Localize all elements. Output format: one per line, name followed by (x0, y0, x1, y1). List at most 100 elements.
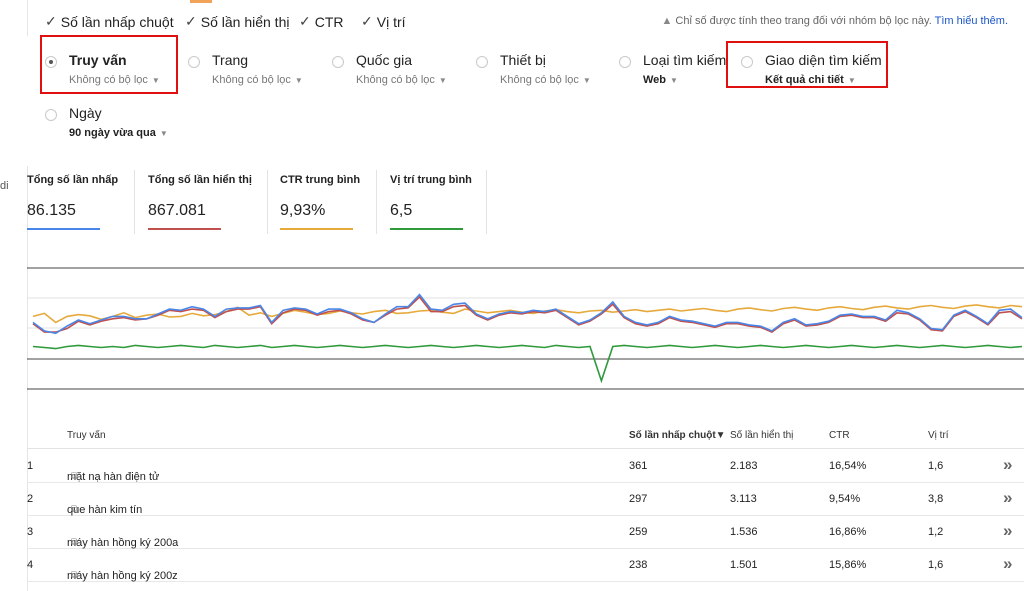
filter-dropdown[interactable]: Không có bộ lọc ▼ (356, 74, 447, 86)
filter-trang[interactable]: Trang Không có bộ lọc ▼ (188, 52, 318, 92)
metric-label: Số lần nhấp chuột (60, 13, 174, 30)
summary-title: Tổng số lần hiển thị (148, 174, 252, 186)
checkmark-icon: ✓ (361, 13, 373, 29)
filter-ngay[interactable]: Ngày 90 ngày vừa qua ▼ (45, 105, 185, 145)
summary-title: Tổng số lần nhấp (27, 174, 119, 186)
card-divider (134, 170, 135, 234)
info-note-text: Chỉ số được tính theo trang đối với nhóm… (675, 15, 932, 27)
series-line-4 (32, 344, 1023, 384)
cell-impressions: 1.536 (730, 526, 758, 538)
series-color-bar (390, 228, 463, 230)
chevron-right-icon[interactable]: » (1003, 554, 1012, 574)
cell-ctr: 15,86% (829, 559, 867, 571)
cell-clicks: 361 (629, 460, 648, 472)
filter-dropdown[interactable]: Web ▼ (643, 74, 678, 86)
cell-position: 1,2 (928, 526, 944, 538)
filter-dropdown[interactable]: Không có bộ lọc ▼ (212, 74, 303, 86)
filter-label: Quốc gia (356, 52, 413, 68)
cell-clicks: 297 (629, 493, 648, 505)
card-divider (376, 170, 377, 234)
left-sidebar: di (0, 0, 28, 591)
chevron-right-icon[interactable]: » (1003, 488, 1012, 508)
external-link-icon[interactable]: ⧉ (71, 537, 78, 548)
cell-impressions: 2.183 (730, 460, 758, 472)
radio-icon[interactable] (619, 56, 631, 68)
filter-dropdown[interactable]: 90 ngày vừa qua ▼ (69, 127, 168, 139)
checkmark-icon: ✓ (299, 13, 311, 29)
cell-ctr: 16,54% (829, 460, 867, 472)
row-rank: 2 (27, 493, 34, 505)
dropdown-caret-icon: ▼ (159, 129, 168, 138)
dimension-filters: Truy vấn Không có bộ lọc ▼ Trang Không có… (27, 35, 1024, 166)
summary-card-position[interactable]: Vị trí trung bình 6,5 (390, 166, 487, 236)
metric-toggle-bar: ✓ Số lần nhấp chuột ✓ Số lần hiển thị ✓ … (27, 0, 1024, 37)
cell-position: 1,6 (928, 460, 944, 472)
summary-card-impressions[interactable]: Tổng số lần hiển thị 867.081 (148, 166, 268, 236)
series-color-bar (148, 228, 221, 230)
cell-ctr: 16,86% (829, 526, 867, 538)
metric-label: Vị trí (376, 13, 406, 30)
filter-dropdown[interactable]: Không có bộ lọc ▼ (500, 74, 591, 86)
summary-cards: Tổng số lần nhấp 86.135 Tổng số lần hiển… (27, 166, 1024, 246)
table-row[interactable]: 4 máy hàn hồng ký 200z ⧉ 238 1.501 15,86%… (27, 548, 1024, 582)
filter-loai-tim-kiem[interactable]: Loại tìm kiếm Web ▼ (619, 52, 729, 92)
external-link-icon[interactable]: ⧉ (71, 504, 78, 515)
filter-thiet-bi[interactable]: Thiết bị Không có bộ lọc ▼ (476, 52, 606, 92)
filter-label: Ngày (69, 105, 102, 121)
column-header-position[interactable]: Vị trí (928, 430, 949, 441)
series-line-3 (32, 304, 1023, 324)
filter-label: Trang (212, 52, 249, 68)
chart-series-layer (32, 293, 1023, 384)
cell-clicks: 259 (629, 526, 648, 538)
metric-label: Số lần hiển thị (200, 13, 290, 30)
radio-icon[interactable] (45, 109, 57, 121)
column-header-clicks[interactable]: Số lần nhấp chuột▼ (629, 430, 726, 441)
series-line-2 (32, 295, 1023, 334)
chevron-right-icon[interactable]: » (1003, 521, 1012, 541)
checkmark-icon: ✓ (185, 13, 197, 29)
radio-icon[interactable] (332, 56, 344, 68)
cell-impressions: 1.501 (730, 559, 758, 571)
row-rank: 3 (27, 526, 34, 538)
radio-icon[interactable] (476, 56, 488, 68)
metric-checkbox-clicks[interactable]: ✓ Số lần nhấp chuột (45, 13, 174, 30)
series-line-1 (32, 293, 1023, 335)
table-row[interactable]: 1 mặt nạ hàn điện tử ⧉ 361 2.183 16,54% 1… (27, 449, 1024, 483)
card-divider (267, 170, 268, 234)
learn-more-link[interactable]: Tìm hiểu thêm. (935, 15, 1008, 27)
column-header-impressions[interactable]: Số lần hiển thị (730, 430, 793, 441)
summary-title: CTR trung bình (280, 174, 361, 186)
summary-value: 86.135 (27, 202, 76, 219)
dropdown-caret-icon: ▼ (670, 76, 678, 85)
metric-checkbox-position[interactable]: ✓ Vị trí (361, 13, 406, 30)
column-header-query[interactable]: Truy vấn (67, 430, 106, 441)
table-header: Truy vấn Số lần nhấp chuột▼ Số lần hiển … (27, 420, 1024, 449)
chevron-right-icon[interactable]: » (1003, 455, 1012, 475)
checkmark-icon: ✓ (45, 13, 57, 29)
warning-icon: ▲ (661, 15, 673, 27)
highlight-box-giao-dien (726, 41, 888, 88)
table-row[interactable]: 2 que hàn kim tín ⧉ 297 3.113 9,54% 3,8 » (27, 482, 1024, 516)
radio-icon[interactable] (188, 56, 200, 68)
metric-checkbox-ctr[interactable]: ✓ CTR (299, 13, 344, 30)
card-divider (486, 170, 487, 234)
cell-impressions: 3.113 (730, 493, 757, 505)
summary-value: 867.081 (148, 202, 206, 219)
sidebar-truncated-text: di (0, 180, 9, 192)
dropdown-caret-icon: ▼ (438, 76, 447, 85)
metric-checkbox-impressions[interactable]: ✓ Số lần hiển thị (185, 13, 289, 30)
external-link-icon[interactable]: ⧉ (71, 471, 78, 482)
filter-label: Loại tìm kiếm (643, 52, 727, 68)
filter-quoc-gia[interactable]: Quốc gia Không có bộ lọc ▼ (332, 52, 462, 92)
external-link-icon[interactable]: ⧉ (71, 570, 78, 581)
summary-card-ctr[interactable]: CTR trung bình 9,93% (280, 166, 377, 236)
series-color-bar (280, 228, 353, 230)
summary-card-clicks[interactable]: Tổng số lần nhấp 86.135 (27, 166, 135, 236)
column-header-ctr[interactable]: CTR (829, 430, 850, 441)
cell-clicks: 238 (629, 559, 648, 571)
filter-label: Thiết bị (500, 52, 546, 68)
table-row[interactable]: 3 máy hàn hồng ký 200a ⧉ 259 1.536 16,86%… (27, 515, 1024, 549)
cell-position: 3,8 (928, 493, 944, 505)
summary-value: 9,93% (280, 202, 326, 219)
dropdown-caret-icon: ▼ (294, 76, 303, 85)
